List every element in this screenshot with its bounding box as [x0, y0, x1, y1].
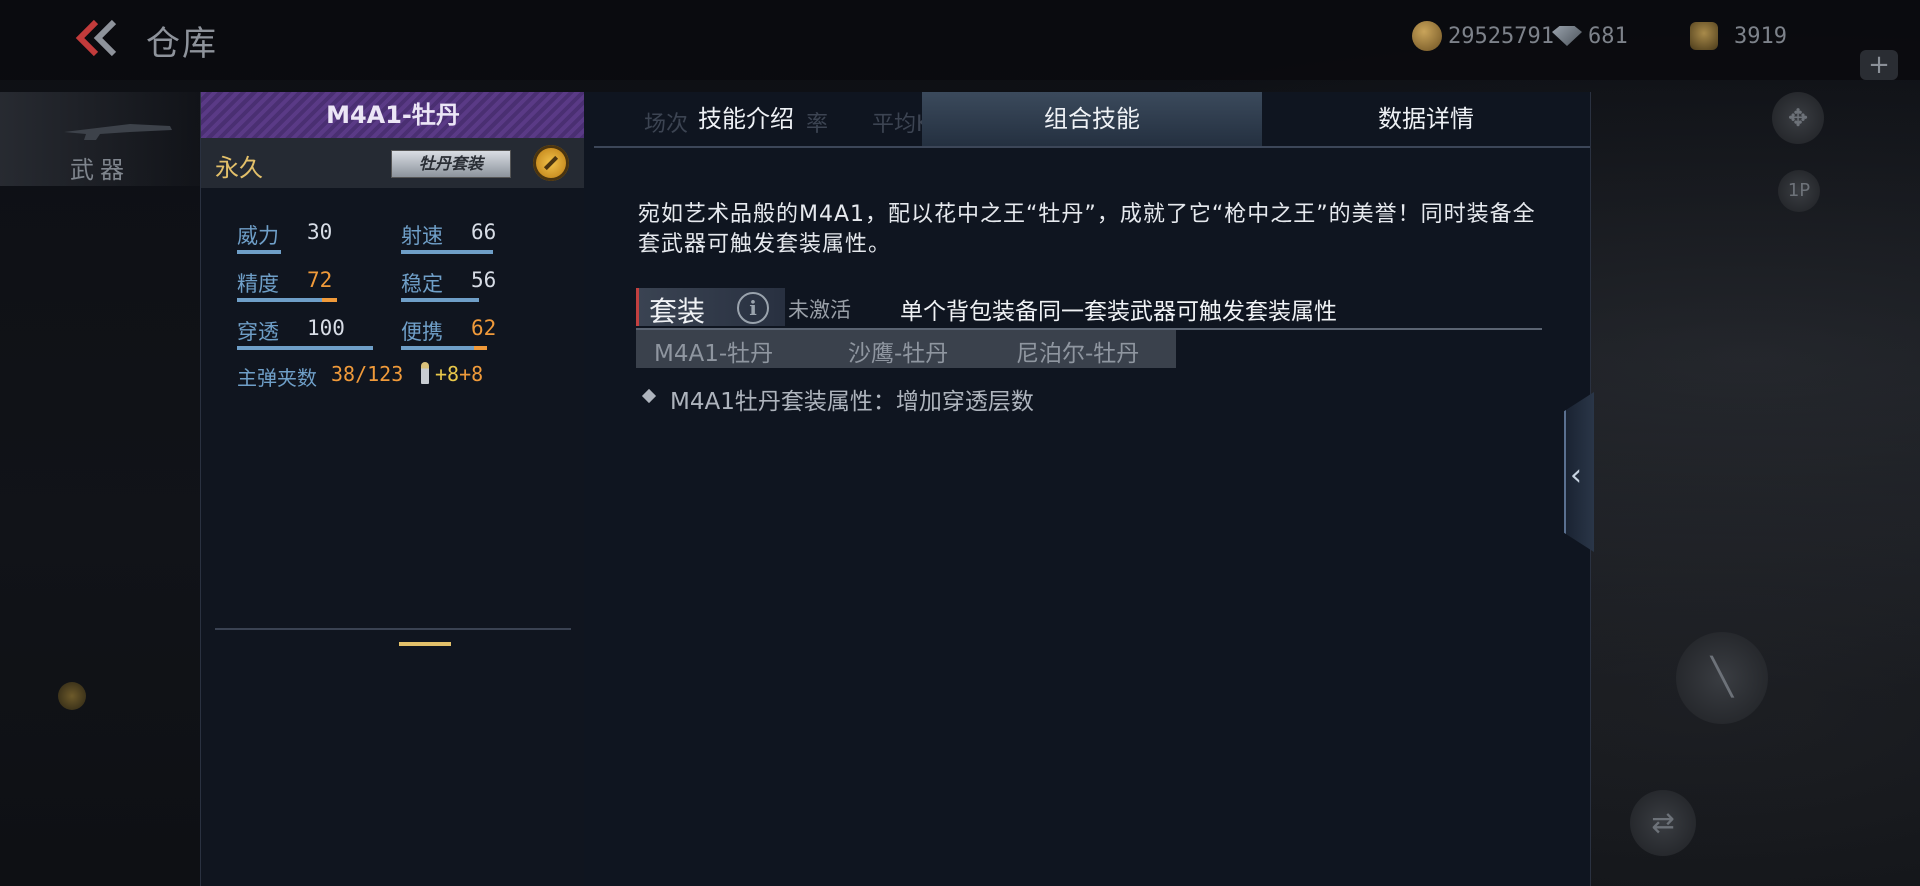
suit-header-row: 套装 i 未激活 单个背包装备同一套装武器可触发套装属性 [636, 288, 1542, 330]
weapon-info-panel: M4A1-牡丹 永久 牡丹套装 威力 30 射速 66 精度 72 稳定 56 穿透 10… [200, 92, 585, 886]
suit-member-m4a1: M4A1-牡丹 [654, 341, 774, 367]
ammo-label: 主弹夹数 [237, 366, 317, 390]
back-chevron-icon [75, 19, 117, 57]
stat-portability: 便携 62 [401, 316, 521, 350]
panel-divider [215, 628, 571, 630]
ammo-bonus: +8+8 [435, 362, 484, 386]
swap-icon[interactable]: ⇄ [1630, 790, 1696, 856]
tab-data-details[interactable]: 数据详情 [1262, 92, 1590, 146]
stat-fire-rate: 射速 66 [401, 220, 521, 254]
ticket-counter: 3919 [1690, 18, 1787, 54]
bullet-icon [421, 362, 429, 384]
detail-panel: 场次 率 平均KDA 技能介绍 组合技能 数据详情 宛如艺术品般的M4A1，配以… [584, 92, 1591, 886]
suit-attribute-text: M4A1牡丹套装属性：增加穿透层数 [670, 389, 1034, 415]
back-button[interactable] [72, 16, 122, 60]
weapon-duration-row: 永久 牡丹套装 [201, 138, 585, 188]
rifle-icon [64, 124, 172, 140]
tab-underline [594, 146, 1590, 148]
ticket-amount: 3919 [1734, 23, 1787, 49]
sidebar-item-label: 武器 [70, 156, 130, 184]
suit-members: M4A1-牡丹 沙鹰-牡丹 尼泊尔-牡丹 [636, 330, 1176, 368]
suit-badge: 牡丹套装 [391, 150, 511, 178]
add-currency-button[interactable]: + [1860, 50, 1898, 80]
suit-rule-text: 单个背包装备同一套装武器可触发套装属性 [900, 299, 1337, 325]
ticket-icon [1690, 22, 1718, 50]
suit-tag-label: 套装 [649, 295, 706, 328]
tab-combo-skill[interactable]: 组合技能 [922, 92, 1262, 146]
suit-tag: 套装 i [636, 288, 785, 328]
gold-coin-icon [1412, 21, 1442, 51]
info-icon[interactable]: i [737, 292, 769, 324]
scroll-indicator[interactable] [399, 642, 451, 646]
stat-stability: 稳定 56 [401, 268, 521, 302]
knife-icon[interactable]: ╲ [1676, 632, 1768, 724]
tab-bar: 场次 率 平均KDA 技能介绍 组合技能 数据详情 [584, 92, 1590, 146]
gem-amount: 681 [1588, 23, 1628, 49]
gold-counter: 29525791 [1412, 18, 1554, 54]
weapon-name: M4A1-牡丹 [201, 92, 585, 138]
top-bar: 仓库 29525791 681 3919 + [0, 0, 1920, 80]
ammo-value: 38/123 [331, 362, 404, 386]
indicator-dot-icon [58, 682, 86, 710]
page-title: 仓库 [146, 24, 218, 64]
stat-penetration: 穿透 100 [237, 316, 373, 350]
bullet-diamond-icon [641, 388, 657, 404]
stat-accuracy: 精度 72 [237, 268, 357, 302]
medal-icon[interactable] [533, 145, 569, 181]
suit-member-deagle: 沙鹰-牡丹 [848, 341, 949, 367]
tab-skill-intro[interactable]: 技能介绍 [646, 92, 846, 146]
gamepad-icon[interactable]: ✥ [1772, 92, 1824, 144]
diamond-icon [1552, 26, 1582, 46]
first-person-icon[interactable]: 1P [1778, 170, 1820, 212]
suit-member-nepal: 尼泊尔-牡丹 [1016, 341, 1140, 367]
gold-amount: 29525791 [1448, 23, 1554, 49]
suit-status: 未激活 [788, 298, 851, 322]
chevron-left-icon: ‹ [1570, 458, 1582, 493]
gem-counter: 681 [1552, 18, 1628, 54]
weapon-description: 宛如艺术品般的M4A1，配以花中之王“牡丹”，成就了它“枪中之王”的美誉！同时装… [638, 202, 1536, 257]
stat-power: 威力 30 [237, 220, 357, 254]
duration-label: 永久 [215, 154, 263, 182]
